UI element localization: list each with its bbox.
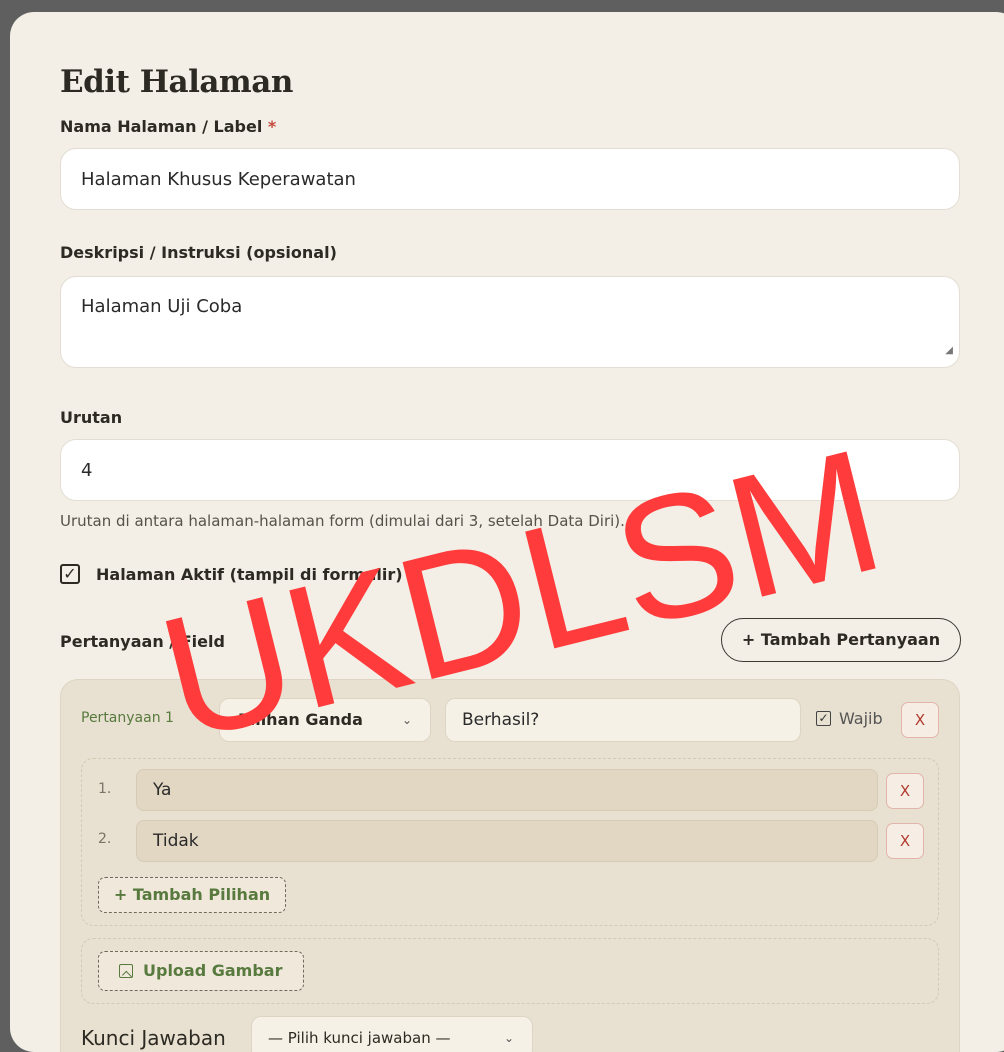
answer-key-label: Kunci Jawaban	[81, 1026, 226, 1050]
page-title: Edit Halaman	[60, 64, 293, 100]
active-checkbox[interactable]: ✓	[60, 564, 80, 584]
active-checkbox-label: Halaman Aktif (tampil di formulir)	[96, 565, 403, 584]
question-type-value: Pilihan Ganda	[238, 710, 363, 729]
add-question-button[interactable]: + Tambah Pertanyaan	[721, 618, 961, 662]
required-label: Wajib	[839, 709, 883, 728]
description-text: Halaman Uji Coba	[81, 296, 243, 317]
questions-section-label: Pertanyaan / Field	[60, 632, 225, 651]
resize-handle-icon[interactable]: ◢	[945, 339, 953, 363]
remove-question-button[interactable]: X	[901, 702, 939, 738]
image-icon	[119, 964, 133, 978]
edit-page-panel: Edit Halaman Nama Halaman / Label * Hala…	[10, 12, 1004, 1052]
option-input[interactable]: Ya	[136, 769, 878, 811]
page-name-input[interactable]: Halaman Khusus Keperawatan	[60, 148, 960, 210]
question-title: Pertanyaan 1	[81, 710, 174, 726]
question-type-select[interactable]: Pilihan Ganda ⌄	[219, 698, 431, 742]
order-input[interactable]: 4	[60, 439, 960, 501]
name-label: Nama Halaman / Label *	[60, 117, 277, 136]
remove-option-button[interactable]: X	[886, 823, 924, 859]
options-box: 1. Ya X 2. Tidak X + Tambah Pilihan	[81, 758, 939, 926]
remove-option-button[interactable]: X	[886, 773, 924, 809]
chevron-down-icon: ⌄	[401, 713, 412, 727]
upload-box: Upload Gambar	[81, 938, 939, 1004]
answer-key-select[interactable]: — Pilih kunci jawaban — ⌄	[251, 1016, 533, 1052]
description-textarea[interactable]: Halaman Uji Coba ◢	[60, 276, 960, 368]
description-label: Deskripsi / Instruksi (opsional)	[60, 243, 337, 262]
question-text-input[interactable]: Berhasil?	[445, 698, 801, 742]
answer-key-value: — Pilih kunci jawaban —	[268, 1029, 451, 1047]
option-number: 2.	[98, 831, 112, 847]
option-input[interactable]: Tidak	[136, 820, 878, 862]
order-help-text: Urutan di antara halaman-halaman form (d…	[60, 512, 625, 530]
option-number: 1.	[98, 781, 112, 797]
required-mark: *	[267, 117, 277, 136]
upload-image-button[interactable]: Upload Gambar	[98, 951, 304, 991]
add-option-button[interactable]: + Tambah Pilihan	[98, 877, 286, 913]
question-card: Pertanyaan 1 Pilihan Ganda ⌄ Berhasil? ✓…	[60, 679, 960, 1052]
required-checkbox[interactable]: ✓	[816, 711, 831, 726]
chevron-down-icon: ⌄	[503, 1031, 514, 1045]
order-label: Urutan	[60, 408, 123, 427]
upload-image-label: Upload Gambar	[143, 961, 283, 980]
